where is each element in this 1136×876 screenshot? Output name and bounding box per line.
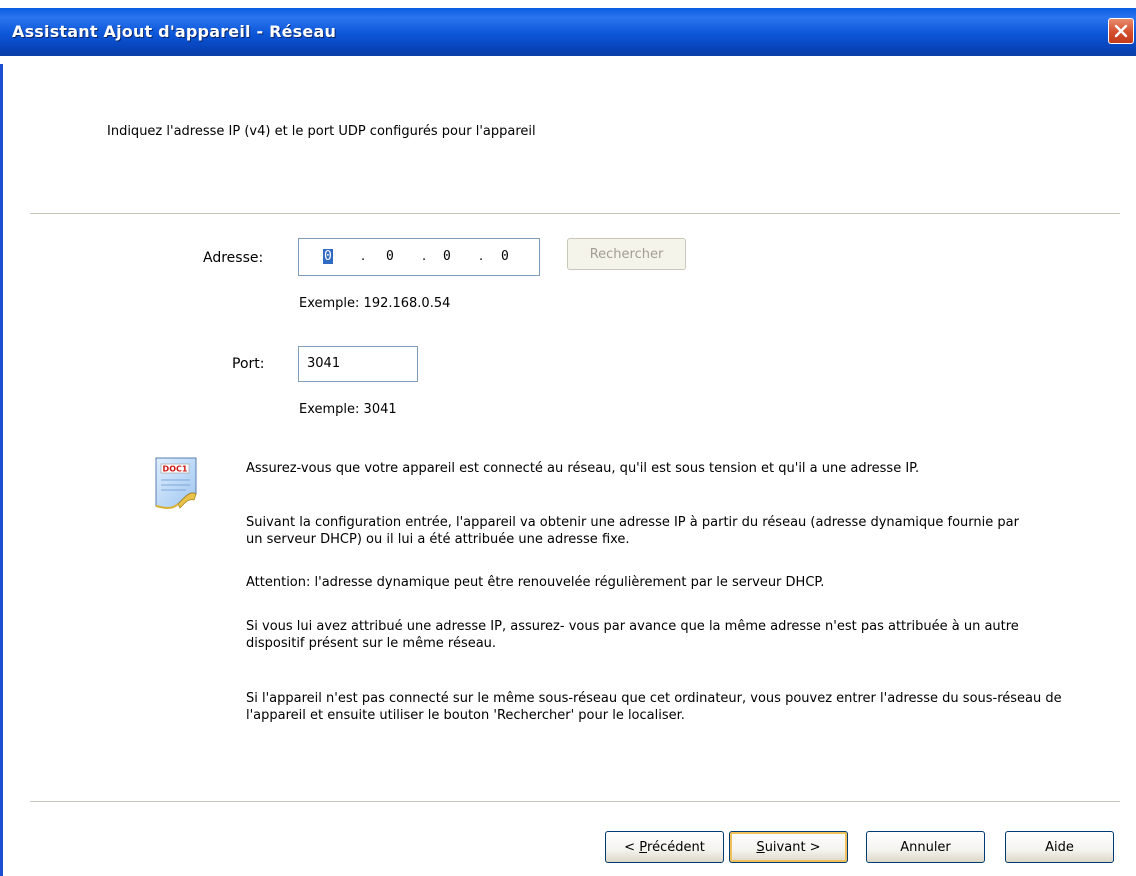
ip-segment-3[interactable]: 0	[443, 249, 451, 264]
ip-dot: .	[422, 249, 427, 264]
info-paragraph-4: Si vous lui avez attribué une adresse IP…	[246, 619, 1019, 651]
previous-button[interactable]: < Précédent	[605, 831, 724, 863]
ip-segment-4[interactable]: 0	[501, 249, 509, 264]
document-icon: DOC1	[155, 457, 197, 509]
window-title: Assistant Ajout d'appareil - Réseau	[12, 22, 337, 41]
next-button-mnemonic: S	[756, 839, 765, 855]
instruction-text: Indiquez l'adresse IP (v4) et le port UD…	[107, 124, 536, 139]
address-example: Exemple: 192.168.0.54	[299, 296, 451, 311]
port-field[interactable]: 3041	[298, 346, 418, 382]
previous-button-label: récédent	[647, 839, 705, 855]
ip-dot: .	[361, 249, 366, 264]
ip-segment-1[interactable]: 0	[323, 249, 333, 264]
footer-separator	[30, 801, 1120, 803]
search-button[interactable]: Rechercher	[567, 238, 686, 270]
next-button-label: uivant >	[764, 839, 821, 855]
title-bar: Assistant Ajout d'appareil - Réseau	[0, 0, 1136, 64]
document-icon-label: DOC1	[163, 465, 188, 474]
previous-button-prefix: <	[624, 839, 640, 855]
header-separator	[30, 213, 1120, 215]
dialog-client-area: Indiquez l'adresse IP (v4) et le port UD…	[0, 64, 1136, 876]
ip-segment-2[interactable]: 0	[386, 249, 394, 264]
help-button[interactable]: Aide	[1005, 831, 1114, 863]
next-button[interactable]: Suivant >	[729, 831, 848, 863]
port-value: 3041	[307, 356, 341, 371]
close-icon	[1114, 24, 1128, 38]
address-label: Adresse:	[203, 250, 264, 266]
close-button[interactable]	[1108, 18, 1134, 44]
info-paragraph-1: Assurez-vous que votre appareil est conn…	[246, 461, 920, 476]
info-paragraph-3: Attention: l'adresse dynamique peut être…	[246, 575, 825, 590]
port-example: Exemple: 3041	[299, 402, 397, 417]
window-left-border	[0, 64, 3, 876]
ip-dot: .	[479, 249, 484, 264]
ip-address-field[interactable]: 0 . 0 . 0 . 0	[298, 238, 540, 276]
previous-button-mnemonic: P	[639, 839, 648, 855]
info-paragraph-2: Suivant la configuration entrée, l'appar…	[246, 515, 1019, 547]
cancel-button[interactable]: Annuler	[866, 831, 985, 863]
info-paragraph-5: Si l'appareil n'est pas connecté sur le …	[246, 691, 1062, 723]
port-label: Port:	[232, 356, 265, 372]
